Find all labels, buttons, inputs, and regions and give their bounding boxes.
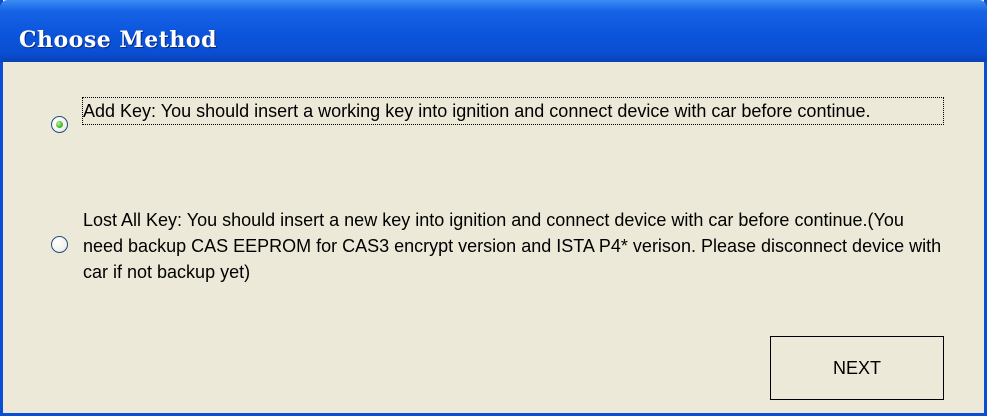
next-button[interactable]: NEXT	[770, 336, 944, 400]
option-add-key[interactable]: Add Key: You should insert a working key…	[51, 97, 944, 158]
lost-all-key-label[interactable]: Lost All Key: You should insert a new ke…	[83, 207, 943, 285]
title-bar[interactable]: Choose Method	[0, 0, 987, 62]
option-lost-all-key[interactable]: Lost All Key: You should insert a new ke…	[51, 207, 944, 287]
choose-method-dialog: Choose Method Add Key: You should insert…	[0, 0, 987, 416]
add-key-radio[interactable]	[51, 116, 68, 133]
window-title: Choose Method	[19, 27, 217, 53]
lost-all-key-radio[interactable]	[51, 236, 68, 253]
add-key-label[interactable]: Add Key: You should insert a working key…	[82, 97, 944, 125]
